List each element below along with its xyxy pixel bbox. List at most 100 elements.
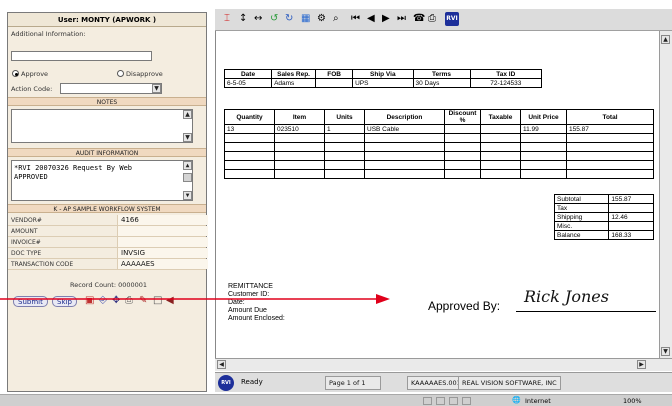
rvi-logo-icon[interactable]: RVI: [445, 12, 459, 26]
remittance-line: Customer ID:: [228, 291, 270, 298]
zoom-level[interactable]: 100%: [623, 397, 642, 405]
horizontal-resize-icon[interactable]: ↔: [254, 13, 262, 25]
fax-icon[interactable]: ☎: [413, 13, 425, 25]
item-cell: 023510: [274, 124, 325, 134]
approved-by-label: Approved By:: [428, 299, 501, 313]
next-page-icon[interactable]: ▶: [382, 13, 390, 25]
item-cell: 11.99: [520, 124, 567, 134]
approve-label: Approve: [21, 70, 49, 78]
arrow-left-icon[interactable]: ◀: [166, 296, 174, 306]
zone-label: Internet: [525, 397, 551, 405]
print-icon[interactable]: ⎙: [125, 296, 133, 306]
field-key: AMOUNT: [11, 228, 38, 235]
item-cell: 1: [324, 124, 365, 134]
item-cell: [480, 124, 521, 134]
totals-label: Subtotal: [553, 194, 610, 204]
header-cell: Date: [223, 69, 273, 79]
thumbnails-icon[interactable]: ▦: [301, 13, 310, 25]
globe-icon: 🌐: [512, 396, 521, 404]
table-row: [224, 160, 654, 170]
printer-icon[interactable]: ⎙: [428, 13, 436, 25]
vertical-resize-icon[interactable]: ↕: [239, 13, 247, 25]
header-row: Date Sales Rep. FOB Ship Via Terms Tax I…: [223, 69, 543, 79]
notes-textarea[interactable]: ▲ ▼: [11, 109, 193, 143]
item-cell: 155.87: [566, 124, 654, 134]
scroll-up-icon[interactable]: ▲: [183, 161, 192, 170]
header-cell: Ship Via: [352, 69, 414, 79]
items-header-cell: Description: [364, 109, 445, 125]
notes-header: NOTES: [8, 97, 206, 106]
field-key: INVOICE#: [11, 239, 41, 246]
vertical-scrollbar[interactable]: ▲ ▼: [659, 31, 672, 358]
approve-radio[interactable]: [12, 70, 19, 77]
file-name: KAAAAAES.001: [407, 376, 465, 390]
field-row-vendor: VENDOR# 4166: [8, 215, 208, 226]
disapprove-radio[interactable]: [117, 70, 124, 77]
action-code-label: Action Code:: [11, 85, 53, 93]
horizontal-scrollbar[interactable]: ◀ ▶: [215, 358, 672, 371]
skip-button[interactable]: Skip: [52, 296, 77, 307]
header-value: UPS: [352, 78, 414, 88]
additional-info-input[interactable]: [11, 51, 152, 61]
browser-status-bar: 🌐 Internet 100%: [0, 394, 672, 406]
action-code-select[interactable]: ▼: [60, 83, 162, 94]
scroll-down-icon[interactable]: ▼: [661, 347, 670, 356]
totals-row: Balance 168.33: [553, 230, 654, 240]
table-row: 13 023510 1 USB Cable 11.99 155.87: [224, 124, 654, 134]
scroll-up-icon[interactable]: ▲: [183, 110, 192, 119]
last-page-icon[interactable]: ⏭: [397, 13, 406, 25]
previous-page-icon[interactable]: ◀: [367, 13, 375, 25]
disapprove-label: Disapprove: [126, 70, 163, 78]
signature-line: [516, 311, 656, 312]
items-table: Quantity Item Units Description Discount…: [224, 109, 654, 179]
settings-icon[interactable]: ⚙: [317, 13, 326, 25]
rotate-right-icon[interactable]: ↻: [285, 13, 293, 25]
totals-table: Subtotal 155.87 Tax Shipping 12.46 Misc.…: [553, 194, 654, 240]
items-header-cell: Item: [274, 109, 325, 125]
totals-row: Shipping 12.46: [553, 212, 654, 222]
status-cell: [462, 397, 471, 405]
totals-label: Shipping: [553, 212, 610, 222]
totals-label: Misc.: [553, 221, 610, 231]
header-value: Adams: [271, 78, 317, 88]
viewer-toolbar: ⌶ ↕ ↔ ↺ ↻ ▦ ⚙ ⌕ ⏮ ◀ ▶ ⏭ ☎ ⎙ RVI: [215, 9, 672, 31]
tag-icon[interactable]: ⎆: [99, 296, 107, 306]
text-cursor-icon[interactable]: ⌶: [224, 13, 230, 25]
field-value: [117, 226, 208, 236]
zoom-icon[interactable]: ⌕: [333, 13, 339, 25]
header-cell: Terms: [412, 69, 471, 79]
field-row-invoice: INVOICE#: [8, 237, 208, 248]
field-key: TRANSACTION CODE: [11, 261, 74, 268]
rotate-left-icon[interactable]: ↺: [270, 13, 278, 25]
status-cell: [449, 397, 458, 405]
items-header-cell: Discount %: [444, 109, 481, 125]
totals-row: Subtotal 155.87: [553, 194, 654, 204]
scroll-right-icon[interactable]: ▶: [637, 360, 646, 369]
field-value: [117, 237, 208, 247]
audit-header: AUDIT INFORMATION: [8, 148, 206, 157]
table-row: [224, 142, 654, 152]
first-page-icon[interactable]: ⏮: [351, 13, 360, 25]
chevron-down-icon[interactable]: ▼: [152, 84, 161, 93]
stamp-icon[interactable]: ▣: [85, 296, 94, 306]
totals-value: [608, 221, 654, 231]
table-row: [224, 151, 654, 161]
totals-value: [608, 203, 654, 213]
scroll-left-icon[interactable]: ◀: [217, 360, 226, 369]
scroll-thumb[interactable]: [183, 173, 192, 182]
scroll-up-icon[interactable]: ▲: [661, 35, 670, 44]
submit-button[interactable]: Submit: [13, 296, 48, 307]
field-row-transaction-code: TRANSACTION CODE AAAAAES: [8, 259, 208, 270]
box-icon[interactable]: □: [153, 296, 162, 306]
scroll-down-icon[interactable]: ▼: [183, 191, 192, 200]
paint-icon[interactable]: ✎: [139, 296, 147, 306]
field-value: 4166: [117, 215, 208, 225]
audit-line-1: *RVI 20070326 Request By Web: [14, 164, 133, 172]
scroll-down-icon[interactable]: ▼: [183, 133, 192, 142]
items-header-row: Quantity Item Units Description Discount…: [224, 109, 654, 125]
move-icon[interactable]: ✥: [112, 296, 120, 306]
field-row-amount: AMOUNT: [8, 226, 208, 237]
remittance-line: Amount Enclosed:: [228, 315, 285, 322]
header-value: [315, 78, 354, 88]
audit-textarea[interactable]: *RVI 20070326 Request By Web APPROVED ▲ …: [11, 160, 193, 201]
